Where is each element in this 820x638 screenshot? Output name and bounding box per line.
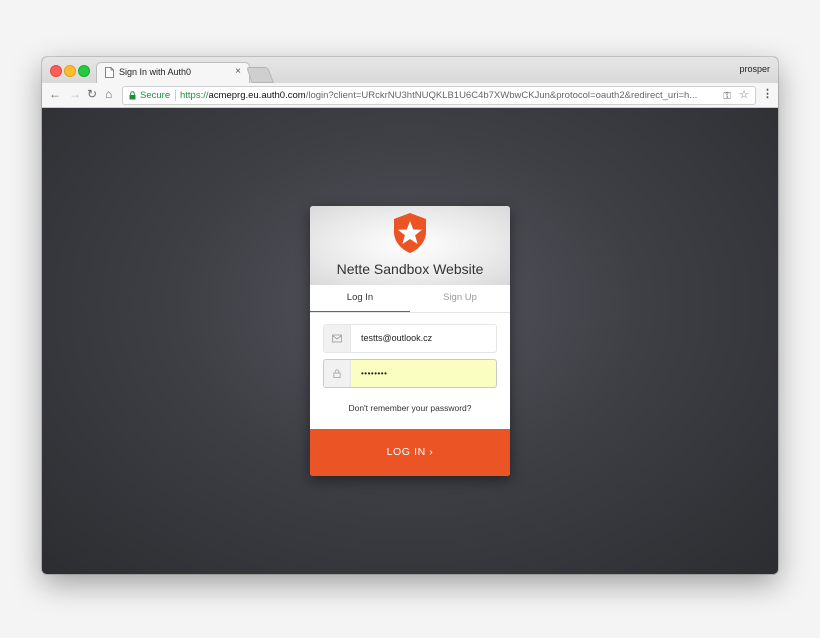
address-bar[interactable]: Secure https://acmeprg.eu.auth0.com/logi…	[122, 86, 756, 105]
lock-icon	[129, 91, 136, 100]
home-icon[interactable]: ⌂	[105, 87, 112, 101]
padlock-icon	[333, 369, 341, 378]
forward-icon[interactable]: →	[69, 87, 81, 101]
email-icon-box	[324, 325, 351, 352]
document-icon	[105, 67, 114, 78]
back-icon[interactable]: ←	[49, 87, 61, 101]
auth-tabs: Log In Sign Up	[310, 285, 510, 313]
key-icon[interactable]: ⚿	[723, 88, 731, 104]
reload-icon[interactable]: ↻	[87, 87, 97, 101]
minimize-window-button[interactable]	[64, 65, 76, 77]
browser-tab[interactable]: Sign In with Auth0 ×	[96, 62, 250, 84]
url-scheme: https://	[180, 90, 209, 101]
new-tab-button[interactable]	[246, 67, 274, 83]
tab-close-icon[interactable]: ×	[235, 66, 241, 77]
browser-toolbar: ← → ↻ ⌂ Secure https://acmeprg.eu.auth0.…	[42, 83, 778, 108]
tab-bar: Sign In with Auth0 × prosper	[42, 57, 778, 84]
log-in-button[interactable]: LOG IN ›	[310, 429, 510, 476]
card-header: Nette Sandbox Website	[310, 206, 510, 285]
page-background: Nette Sandbox Website Log In Sign Up tes…	[42, 108, 778, 574]
email-value: testts@outlook.cz	[361, 333, 433, 343]
address-separator	[175, 90, 176, 101]
url-host: acmeprg.eu.auth0.com	[208, 90, 306, 101]
envelope-icon	[332, 334, 342, 343]
email-field[interactable]: testts@outlook.cz	[323, 324, 497, 353]
secure-label: Secure	[140, 90, 171, 101]
site-title: Nette Sandbox Website	[336, 261, 484, 277]
login-card: Nette Sandbox Website Log In Sign Up tes…	[310, 206, 510, 476]
password-field[interactable]: ••••••••	[323, 359, 497, 388]
auth0-shield-logo	[394, 213, 426, 253]
menu-icon[interactable]: ⋮	[762, 87, 773, 100]
password-icon-box	[324, 360, 351, 387]
url-text: https://acmeprg.eu.auth0.com/login?clien…	[180, 87, 697, 104]
profile-name[interactable]: prosper	[739, 64, 770, 74]
forgot-password-link[interactable]: Don't remember your password?	[310, 403, 510, 413]
close-window-button[interactable]	[50, 65, 62, 77]
star-icon[interactable]: ☆	[739, 87, 749, 104]
zoom-window-button[interactable]	[78, 65, 90, 77]
tab-title: Sign In with Auth0	[119, 67, 192, 77]
tab-log-in[interactable]: Log In	[310, 285, 410, 312]
password-value: ••••••••	[361, 369, 388, 378]
url-path: /login?client=URckrNU3htNUQKLB1U6C4b7XWb…	[305, 90, 698, 101]
tab-sign-up[interactable]: Sign Up	[410, 285, 510, 311]
browser-window: Sign In with Auth0 × prosper ← → ↻ ⌂ Sec…	[42, 57, 778, 574]
